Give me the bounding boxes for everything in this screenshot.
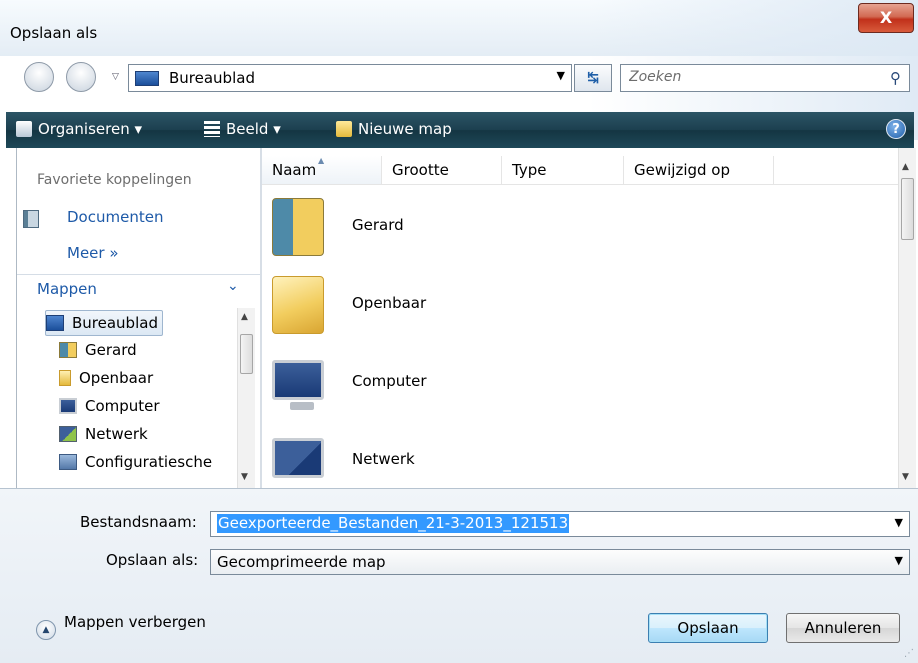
list-scrollbar[interactable]: ▲ ▼ (898, 148, 916, 488)
window-title: Opslaan als (10, 24, 98, 42)
organize-dropdown-icon: ▾ (134, 120, 143, 138)
close-button[interactable]: X (858, 3, 914, 33)
documents-icon (23, 210, 39, 228)
view-dropdown-icon: ▾ (273, 120, 281, 138)
tree-scroll-thumb[interactable] (240, 334, 253, 374)
filename-field[interactable]: Geexporteerde_Bestanden_21-3-2013_121513… (210, 511, 910, 537)
resize-grip-icon[interactable]: ⋰ (904, 648, 914, 659)
chevron-up-icon: ▲ (36, 620, 56, 640)
desktop-icon (135, 71, 159, 86)
new-folder-icon (336, 121, 352, 137)
file-name: Gerard (352, 216, 404, 234)
file-list: Naam ▲ Grootte Type Gewijzigd op Gerard … (262, 148, 898, 488)
savetype-label: Opslaan als: (106, 551, 199, 569)
tree-item-bureaublad[interactable]: Bureaublad (45, 310, 163, 336)
recent-pages-chevron-icon[interactable]: ▽ (112, 72, 119, 82)
search-icon[interactable]: ⚲ (890, 69, 901, 87)
scroll-up-icon[interactable]: ▲ (241, 312, 248, 322)
tree-item-control-panel[interactable]: Configuratiesche (59, 450, 212, 474)
scroll-up-icon[interactable]: ▲ (902, 162, 909, 172)
chevron-down-icon[interactable]: ⌄ (227, 278, 239, 294)
tree-item-openbaar[interactable]: Openbaar (59, 366, 153, 390)
column-header-type[interactable]: Type (502, 156, 624, 184)
new-folder-label: Nieuwe map (358, 120, 452, 138)
organize-button[interactable]: Organiseren ▾ (16, 120, 142, 138)
savetype-dropdown-icon[interactable]: ▼ (895, 554, 903, 567)
tree-scrollbar[interactable]: ▲ ▼ (237, 308, 255, 488)
savetype-value: Gecomprimeerde map (217, 553, 386, 571)
folder-icon (272, 276, 324, 334)
tree-item-label: Bureaublad (72, 314, 158, 332)
hide-folders-label: Mappen verbergen (64, 613, 206, 631)
search-input[interactable] (627, 68, 881, 86)
refresh-button[interactable]: ↹ (574, 64, 612, 92)
computer-stand (290, 402, 314, 410)
list-scroll-thumb[interactable] (901, 178, 914, 240)
forward-button[interactable] (66, 62, 96, 92)
navigation-pane: Favoriete koppelingen Documenten Meer » … (16, 148, 260, 488)
tree-item-netwerk[interactable]: Netwerk (59, 422, 148, 446)
command-bar: Organiseren ▾ Beeld ▾ Nieuwe map ? (6, 112, 914, 148)
help-button[interactable]: ? (886, 119, 906, 139)
folders-header[interactable]: Mappen (37, 280, 97, 298)
pane-separator (17, 274, 260, 275)
sort-ascending-icon: ▲ (318, 156, 325, 165)
column-header-modified[interactable]: Gewijzigd op (624, 156, 774, 184)
network-icon (272, 438, 324, 478)
address-dropdown-icon[interactable]: ▼ (557, 69, 565, 82)
filename-dropdown-icon[interactable]: ▼ (895, 516, 903, 529)
tree-item-label: Openbaar (79, 369, 154, 387)
save-form-area: Bestandsnaam: Geexporteerde_Bestanden_21… (0, 488, 918, 663)
user-folder-icon (272, 198, 324, 256)
column-header-size[interactable]: Grootte (382, 156, 502, 184)
filename-input[interactable]: Geexporteerde_Bestanden_21-3-2013_121513 (217, 514, 570, 533)
cancel-button[interactable]: Annuleren (786, 613, 900, 643)
back-button[interactable] (24, 62, 54, 92)
desktop-icon (46, 315, 64, 331)
view-label: Beeld (226, 120, 269, 138)
scroll-down-icon[interactable]: ▼ (241, 472, 248, 482)
file-name: Computer (352, 372, 427, 390)
list-item[interactable]: Gerard (272, 192, 672, 262)
filename-label: Bestandsnaam: (80, 513, 197, 531)
user-folder-icon (59, 342, 77, 358)
tree-item-gerard[interactable]: Gerard (59, 338, 137, 362)
view-icon (204, 121, 220, 137)
address-bar[interactable]: Bureaublad ▼ (128, 64, 572, 92)
hide-folders-toggle[interactable]: ▲ Mappen verbergen (36, 613, 206, 640)
control-panel-icon (59, 454, 77, 470)
favorites-more-link[interactable]: Meer » (67, 244, 119, 262)
column-headers: Naam ▲ Grootte Type Gewijzigd op (262, 156, 898, 185)
computer-icon (59, 398, 77, 414)
savetype-select[interactable]: Gecomprimeerde map ▼ (210, 549, 910, 575)
view-button[interactable]: Beeld ▾ (204, 120, 281, 138)
tree-item-label: Computer (85, 397, 160, 415)
list-item[interactable]: Computer (272, 348, 672, 418)
favorite-link-documents[interactable]: Documenten (67, 208, 163, 226)
computer-icon (272, 360, 324, 400)
organize-label: Organiseren (38, 120, 130, 138)
save-button[interactable]: Opslaan (648, 613, 768, 643)
search-box[interactable]: ⚲ (620, 64, 910, 92)
list-item[interactable]: Netwerk (272, 426, 672, 488)
refresh-icon: ↹ (587, 70, 599, 86)
scroll-down-icon[interactable]: ▼ (902, 472, 909, 482)
file-name: Netwerk (352, 450, 415, 468)
folder-tree: Bureaublad Gerard Openbaar Computer Netw… (43, 310, 233, 488)
new-folder-button[interactable]: Nieuwe map (336, 120, 452, 138)
tree-item-label: Gerard (85, 341, 137, 359)
folder-icon (59, 370, 71, 386)
favorites-header: Favoriete koppelingen (37, 172, 192, 188)
tree-item-label: Configuratiesche (85, 453, 213, 471)
network-icon (59, 426, 77, 442)
tree-item-computer[interactable]: Computer (59, 394, 160, 418)
list-item[interactable]: Openbaar (272, 270, 672, 340)
tree-item-label: Netwerk (85, 425, 148, 443)
address-location: Bureaublad (169, 69, 255, 87)
file-name: Openbaar (352, 294, 427, 312)
organize-icon (16, 121, 32, 137)
